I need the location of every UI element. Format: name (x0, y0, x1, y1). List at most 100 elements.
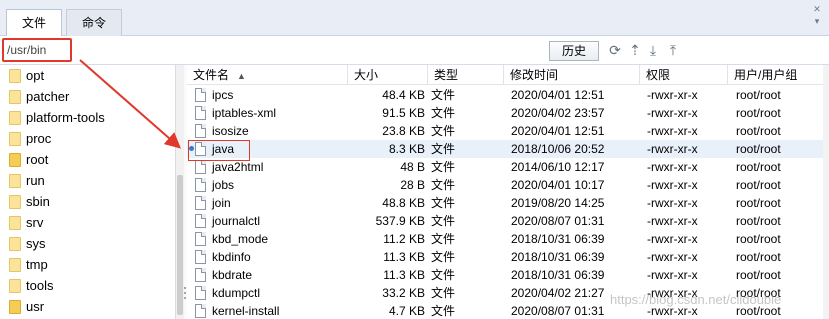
file-icon (195, 304, 206, 318)
file-type: 文件 (431, 232, 456, 246)
tree-item-label: usr (26, 299, 45, 314)
tree-item-sbin[interactable]: sbin (6, 191, 171, 212)
file-mtime: 2018/10/31 06:39 (511, 268, 605, 282)
file-owner: root/root (736, 196, 781, 210)
panel-close-icon[interactable]: ✕ (812, 4, 822, 14)
file-name: kbdrate (212, 268, 253, 282)
file-icon (195, 232, 206, 246)
tree-item-proc[interactable]: proc (6, 128, 171, 149)
file-perm: -rwxr-xr-x (647, 160, 698, 174)
tree-item-platform-tools[interactable]: platform-tools (6, 107, 171, 128)
file-perm: -rwxr-xr-x (647, 268, 698, 282)
tree-item-label: proc (26, 131, 52, 146)
file-type: 文件 (431, 88, 456, 102)
file-row[interactable]: join 48.8 KB 文件 2019/08/20 14:25 -rwxr-xr-x r… (187, 194, 829, 212)
history-button[interactable]: 历史 (549, 41, 599, 61)
column-header-owner[interactable]: 用户/用户组 (727, 65, 829, 85)
file-perm: -rwxr-xr-x (647, 250, 698, 264)
tree-item-root[interactable]: root (6, 149, 171, 170)
file-size: 11.3 KB (383, 268, 425, 282)
file-mtime: 2018/10/31 06:39 (511, 232, 605, 246)
folder-icon (9, 216, 21, 230)
file-icon (195, 268, 206, 282)
file-row[interactable]: java2html 48 B 文件 2014/06/10 12:17 -rwxr-xr-… (187, 158, 829, 176)
file-row[interactable]: jobs 28 B 文件 2020/04/01 10:17 -rwxr-xr-x root… (187, 176, 829, 194)
file-icon (195, 214, 206, 228)
file-perm: -rwxr-xr-x (647, 214, 698, 228)
file-type: 文件 (431, 268, 456, 282)
file-owner: root/root (736, 232, 781, 246)
column-header-name[interactable]: 文件名 ▲ (187, 65, 347, 85)
folder-icon (9, 153, 21, 167)
file-name: java2html (212, 160, 264, 174)
file-name: journalctl (212, 214, 261, 228)
file-name: jobs (212, 178, 235, 192)
upload-up-icon[interactable]: ⇡ (627, 41, 643, 59)
watermark-text: https://blog.csdn.net/clldouble (610, 292, 782, 307)
path-bar: 历史 ⟳ ⇡ ⤓ ⤒ (0, 36, 829, 65)
tree-item-opt[interactable]: opt (6, 65, 171, 86)
file-perm: -rwxr-xr-x (647, 196, 698, 210)
file-row[interactable]: ipcs 48.4 KB 文件 2020/04/01 12:51 -rwxr-xr-x r… (187, 86, 829, 104)
file-type: 文件 (431, 214, 456, 228)
file-name: ipcs (212, 88, 234, 102)
tree-item-run[interactable]: run (6, 170, 171, 191)
file-type: 文件 (431, 178, 456, 192)
file-size: 48.4 KB (382, 88, 425, 102)
file-size: 11.2 KB (383, 232, 425, 246)
tree-item-srv[interactable]: srv (6, 212, 171, 233)
tree-item-usr[interactable]: usr (6, 296, 171, 317)
file-mtime: 2014/06/10 12:17 (511, 160, 605, 174)
file-name: kernel-install (212, 304, 280, 318)
file-name: kbdinfo (212, 250, 251, 264)
file-size: 537.9 KB (375, 214, 425, 228)
file-row[interactable]: kbdrate 11.3 KB 文件 2018/10/31 06:39 -rwxr-xr… (187, 266, 829, 284)
tab-files[interactable]: 文件 (6, 9, 62, 37)
folder-icon (9, 174, 21, 188)
file-size: 48.8 KB (382, 196, 425, 210)
tab-commands[interactable]: 命令 (66, 9, 122, 36)
file-mtime: 2020/08/07 01:31 (511, 304, 605, 318)
file-row[interactable]: java 8.3 KB 文件 2018/10/06 20:52 -rwxr-xr-x ro… (187, 140, 829, 158)
file-owner: root/root (736, 142, 781, 156)
upload-icon[interactable]: ⤒ (665, 41, 681, 59)
file-row[interactable]: kbdinfo 11.3 KB 文件 2018/10/31 06:39 -rwxr-xr… (187, 248, 829, 266)
column-header-mtime[interactable]: 修改时间 (503, 65, 639, 85)
tree-item-patcher[interactable]: patcher (6, 86, 171, 107)
folder-icon (9, 258, 21, 272)
file-name: kdumpctl (212, 286, 261, 300)
file-name: java (212, 142, 235, 156)
panel-collapse-icon[interactable]: ▾ (812, 16, 822, 26)
refresh-icon[interactable]: ⟳ (607, 41, 623, 59)
file-icon (195, 286, 206, 300)
folder-icon (9, 279, 21, 293)
column-header-type[interactable]: 类型 (427, 65, 503, 85)
tree-item-tools[interactable]: tools (6, 275, 171, 296)
file-list-scrollbar[interactable] (823, 65, 829, 319)
file-list: 文件名 ▲ 大小 类型 修改时间 权限 用户/用户组 ipcs 48.4 KB 文件 2… (187, 65, 829, 319)
tree-scrollbar-thumb[interactable] (177, 175, 183, 315)
path-input[interactable] (4, 39, 542, 61)
tree-scrollbar[interactable] (175, 65, 184, 319)
file-perm: -rwxr-xr-x (647, 142, 698, 156)
tree-item-label: srv (26, 215, 44, 230)
download-icon[interactable]: ⤓ (645, 41, 661, 59)
tree-item-sys[interactable]: sys (6, 233, 171, 254)
tree-item-label: run (26, 173, 45, 188)
file-row[interactable]: journalctl 537.9 KB 文件 2020/08/07 01:31 -rwx… (187, 212, 829, 230)
file-mtime: 2020/08/07 01:31 (511, 214, 605, 228)
tree-item-tmp[interactable]: tmp (6, 254, 171, 275)
file-row[interactable]: iptables-xml 91.5 KB 文件 2020/04/02 23:57 -rw… (187, 104, 829, 122)
tab-bar: 文件 命令 ✕ ▾ (0, 0, 829, 37)
tree-item-label: tmp (26, 257, 48, 272)
file-type: 文件 (431, 286, 456, 300)
file-mtime: 2020/04/02 23:57 (511, 106, 605, 120)
file-perm: -rwxr-xr-x (647, 88, 698, 102)
folder-icon (9, 132, 21, 146)
file-row[interactable]: isosize 23.8 KB 文件 2020/04/01 12:51 -rwxr-xr… (187, 122, 829, 140)
directory-tree: opt patcher platform-tools proc root run sbin s… (0, 65, 175, 319)
column-header-size[interactable]: 大小 (347, 65, 427, 85)
column-header-permissions[interactable]: 权限 (639, 65, 727, 85)
file-row[interactable]: kbd_mode 11.2 KB 文件 2018/10/31 06:39 -rwxr-x… (187, 230, 829, 248)
file-size: 23.8 KB (382, 124, 425, 138)
